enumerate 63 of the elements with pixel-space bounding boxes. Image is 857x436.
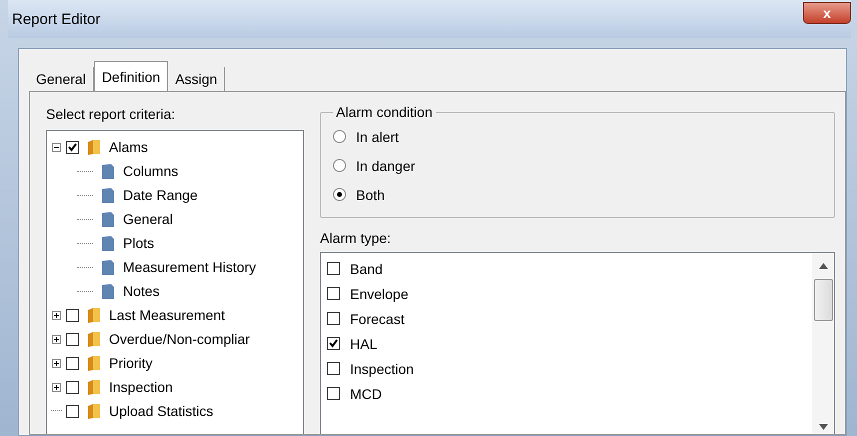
radio-label: In alert — [356, 128, 399, 144]
list-item[interactable]: HAL — [350, 336, 378, 352]
checkbox[interactable] — [327, 287, 340, 300]
list-item[interactable]: Forecast — [350, 310, 404, 326]
checkbox[interactable] — [66, 332, 79, 346]
expander-icon[interactable] — [51, 382, 62, 392]
checkbox[interactable] — [66, 140, 79, 154]
tree-item[interactable]: Inspection — [109, 379, 173, 395]
tree-item[interactable]: Measurement History — [123, 259, 256, 275]
scrollbar[interactable] — [812, 253, 834, 434]
radio-button[interactable] — [333, 188, 346, 201]
checkbox[interactable] — [327, 337, 340, 350]
tree-item[interactable]: Plots — [123, 235, 154, 251]
checkbox[interactable] — [327, 362, 340, 375]
tree-item[interactable]: Columns — [123, 163, 178, 179]
checkbox[interactable] — [327, 262, 340, 275]
scroll-down-icon[interactable] — [818, 424, 828, 430]
list-item[interactable]: Band — [350, 260, 383, 276]
folder-icon — [87, 307, 101, 323]
list-item[interactable]: Inspection — [350, 360, 414, 376]
page-icon — [101, 234, 115, 252]
alarm-type-label: Alarm type: — [320, 230, 392, 246]
expander-icon[interactable] — [51, 358, 62, 368]
tree-item[interactable]: General — [123, 211, 173, 227]
close-button[interactable]: x — [803, 2, 851, 24]
expander-icon[interactable] — [51, 334, 62, 344]
folder-icon — [87, 355, 101, 371]
expander-icon[interactable] — [51, 310, 62, 320]
checkbox[interactable] — [327, 312, 340, 325]
tree-item[interactable]: Upload Statistics — [109, 403, 214, 419]
list-item[interactable]: Envelope — [350, 286, 408, 302]
folder-icon — [87, 403, 101, 419]
tree-item[interactable]: Overdue/Non-compliar — [109, 331, 250, 347]
page-icon — [101, 186, 115, 204]
tree-item[interactable]: Priority — [109, 355, 153, 371]
folder-icon — [87, 379, 101, 395]
radio-button[interactable] — [333, 159, 346, 172]
window-title: Report Editor — [12, 10, 100, 28]
radio-label: Both — [356, 186, 385, 202]
tab[interactable]: Definition — [94, 61, 168, 91]
radio-button[interactable] — [333, 130, 346, 143]
expander-icon[interactable] — [51, 142, 62, 152]
page-icon — [101, 162, 115, 180]
checkbox[interactable] — [66, 404, 79, 418]
list-item[interactable]: MCD — [350, 386, 382, 402]
tree-item[interactable]: Date Range — [123, 187, 198, 203]
checkbox[interactable] — [66, 356, 79, 370]
radio-label: In danger — [356, 158, 416, 174]
scroll-thumb[interactable] — [814, 279, 832, 321]
checkbox[interactable] — [66, 308, 79, 322]
page-icon — [101, 210, 115, 228]
tree-item[interactable]: Last Measurement — [109, 307, 225, 323]
tree-item[interactable]: Alams — [109, 139, 148, 155]
tree-item[interactable]: Notes — [123, 283, 160, 299]
page-icon — [101, 282, 115, 300]
checkbox[interactable] — [66, 380, 79, 394]
scroll-up-icon[interactable] — [818, 263, 828, 269]
folder-icon — [87, 331, 101, 347]
folder-icon — [87, 139, 101, 155]
checkbox[interactable] — [327, 387, 340, 400]
group-title: Alarm condition — [335, 104, 434, 120]
page-icon — [101, 258, 115, 276]
criteria-label: Select report criteria: — [46, 106, 176, 122]
